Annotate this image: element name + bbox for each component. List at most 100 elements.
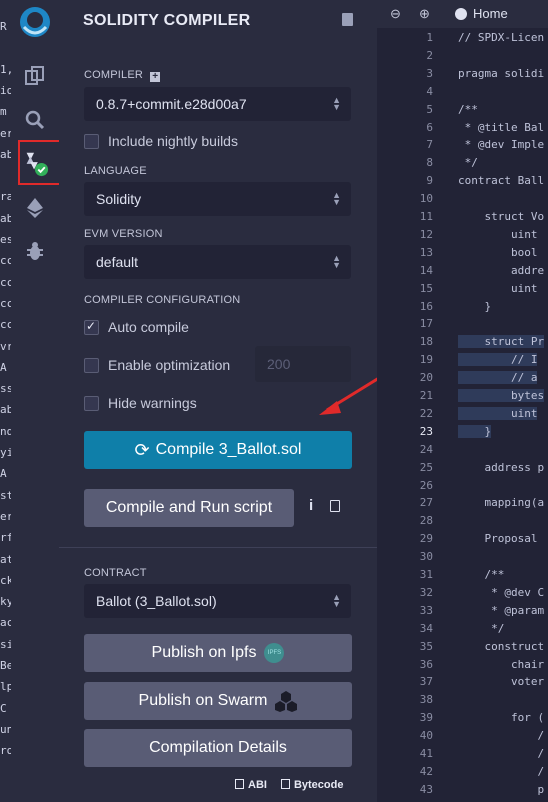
copy-icon[interactable] bbox=[330, 500, 340, 512]
code-text: for ( bbox=[458, 711, 545, 725]
left-strip-char: vr bbox=[0, 339, 11, 353]
left-strip-char: ro bbox=[0, 744, 11, 758]
home-icon bbox=[455, 7, 467, 20]
left-strip-char: R bbox=[0, 20, 7, 33]
file-explorer-icon[interactable] bbox=[21, 62, 49, 90]
line-number: 41 bbox=[419, 747, 433, 760]
left-strip-char: si bbox=[0, 637, 11, 651]
refresh-icon: ⟳ bbox=[134, 439, 150, 460]
left-strip-char: ab bbox=[0, 147, 11, 161]
line-number: 42 bbox=[419, 764, 433, 778]
code-line: 34 */ bbox=[377, 622, 548, 640]
left-strip-char: A bbox=[0, 360, 7, 374]
code-line: 27 mapping(a bbox=[377, 496, 548, 514]
line-number: 6 bbox=[426, 120, 433, 134]
code-line: 14 addre bbox=[377, 264, 548, 282]
left-strip-char: cc bbox=[0, 296, 11, 310]
line-number: 23 bbox=[419, 424, 433, 438]
code-text: */ bbox=[458, 156, 478, 170]
left-strip-char: ra bbox=[0, 190, 11, 204]
code-line: 16 } bbox=[377, 300, 548, 318]
code-text: struct Vo bbox=[458, 210, 545, 223]
code-editor: ⊖ ⊕ Home 1// SPDX-Licen 2 3 pragma solidi 4 5… bbox=[377, 0, 548, 802]
left-strip-char: cc bbox=[0, 275, 11, 289]
code-line: 29 Proposal bbox=[377, 532, 548, 550]
code-text: Proposal bbox=[458, 532, 538, 546]
compilation-details-label: Compilation Details bbox=[149, 739, 287, 756]
code-line: 32 * @dev C bbox=[377, 586, 548, 604]
hide-warnings-checkbox[interactable] bbox=[84, 396, 99, 411]
line-number: 19 bbox=[419, 353, 433, 367]
code-line: 22 uint bbox=[377, 406, 548, 425]
left-strip-char: C bbox=[0, 701, 7, 715]
code-line: 30 bbox=[377, 550, 548, 568]
auto-compile-checkbox[interactable] bbox=[84, 319, 99, 335]
code-text: voter bbox=[458, 675, 545, 689]
compile-and-run-button[interactable]: Compile and Run script bbox=[84, 489, 294, 527]
contract-select[interactable]: Ballot (3_Ballot.sol) ▲ ▼ bbox=[84, 584, 351, 618]
line-number: 7 bbox=[426, 138, 433, 152]
compiler-version-select[interactable]: 0.8.7+commit.e28d00a7 ▲ ▼ bbox=[84, 87, 351, 121]
code-line: 37 voter bbox=[377, 675, 548, 693]
nightly-builds-checkbox[interactable] bbox=[84, 134, 99, 149]
line-number: 37 bbox=[419, 675, 433, 689]
compiler-label: COMPILER + bbox=[84, 69, 161, 82]
tab-home[interactable]: Home bbox=[455, 6, 508, 21]
code-text: /** bbox=[458, 568, 505, 581]
remix-logo-icon[interactable] bbox=[17, 4, 53, 40]
compilation-details-button[interactable]: Compilation Details bbox=[84, 729, 352, 767]
code-text: struct Pr bbox=[458, 335, 545, 349]
icon-sidebar bbox=[11, 0, 72, 802]
evm-version-select[interactable]: default ▲ ▼ bbox=[84, 245, 351, 279]
line-number: 39 bbox=[419, 711, 433, 725]
left-strip-char: ck bbox=[0, 573, 11, 587]
line-number: 18 bbox=[419, 335, 433, 349]
hide-warnings-label: Hide warnings bbox=[108, 395, 197, 411]
search-icon[interactable] bbox=[21, 106, 49, 134]
line-number: 35 bbox=[419, 639, 433, 653]
code-text: construct bbox=[458, 639, 545, 653]
line-number: 24 bbox=[419, 442, 433, 456]
zoom-out-icon[interactable]: ⊖ bbox=[390, 6, 401, 22]
code-line: 33 * @param bbox=[377, 604, 548, 622]
code-line: 12 uint bbox=[377, 228, 548, 246]
debugger-icon[interactable] bbox=[21, 237, 49, 265]
line-number: 2 bbox=[426, 48, 433, 62]
code-line: 7 * @dev Imple bbox=[377, 138, 548, 156]
compiler-configuration-label: COMPILER CONFIGURATION bbox=[84, 294, 241, 306]
line-number: 9 bbox=[426, 174, 433, 188]
panel-title: SOLIDITY COMPILER bbox=[83, 12, 251, 29]
select-arrows-icon: ▲ ▼ bbox=[332, 95, 341, 112]
left-strip-char: io bbox=[0, 83, 11, 97]
code-text: mapping(a bbox=[458, 496, 545, 510]
left-strip-char: er bbox=[0, 509, 11, 523]
code-line: 28 bbox=[377, 514, 548, 532]
optimization-checkbox[interactable] bbox=[84, 358, 99, 373]
add-compiler-icon[interactable]: + bbox=[150, 72, 161, 82]
code-line: 1 // SPDX-Licen bbox=[377, 31, 548, 49]
solidity-compiler-panel: SOLIDITY COMPILER COMPILER + 0.8.7+commi… bbox=[59, 0, 406, 802]
left-strip-char: ss bbox=[0, 382, 11, 396]
left-strip-char: un bbox=[0, 722, 11, 736]
publish-swarm-button[interactable]: Publish on Swarm bbox=[84, 682, 352, 720]
evm-version-label: EVM VERSION bbox=[84, 228, 163, 240]
abi-link[interactable]: ABI bbox=[235, 779, 267, 791]
language-select[interactable]: Solidity ▲ ▼ bbox=[84, 182, 351, 216]
documentation-icon[interactable] bbox=[342, 13, 353, 26]
deploy-run-icon[interactable] bbox=[21, 194, 49, 222]
publish-ipfs-button[interactable]: Publish on Ipfs IPFS bbox=[84, 634, 352, 672]
line-number: 20 bbox=[419, 371, 433, 385]
left-strip-char: at bbox=[0, 552, 11, 566]
info-icon[interactable]: i bbox=[309, 497, 313, 514]
line-number: 28 bbox=[419, 514, 433, 528]
editor-tab-bar: ⊖ ⊕ Home bbox=[377, 0, 548, 28]
bytecode-link[interactable]: Bytecode bbox=[280, 779, 343, 791]
code-line: 4 bbox=[377, 85, 548, 103]
code-line: 38 bbox=[377, 693, 548, 711]
code-text: // a bbox=[458, 371, 538, 385]
compile-button[interactable]: ⟳ Compile 3_Ballot.sol bbox=[84, 431, 352, 469]
zoom-in-icon[interactable]: ⊕ bbox=[419, 6, 430, 22]
line-number: 31 bbox=[419, 568, 433, 581]
code-line: 10 bbox=[377, 192, 548, 210]
code-text: // I bbox=[458, 353, 538, 367]
